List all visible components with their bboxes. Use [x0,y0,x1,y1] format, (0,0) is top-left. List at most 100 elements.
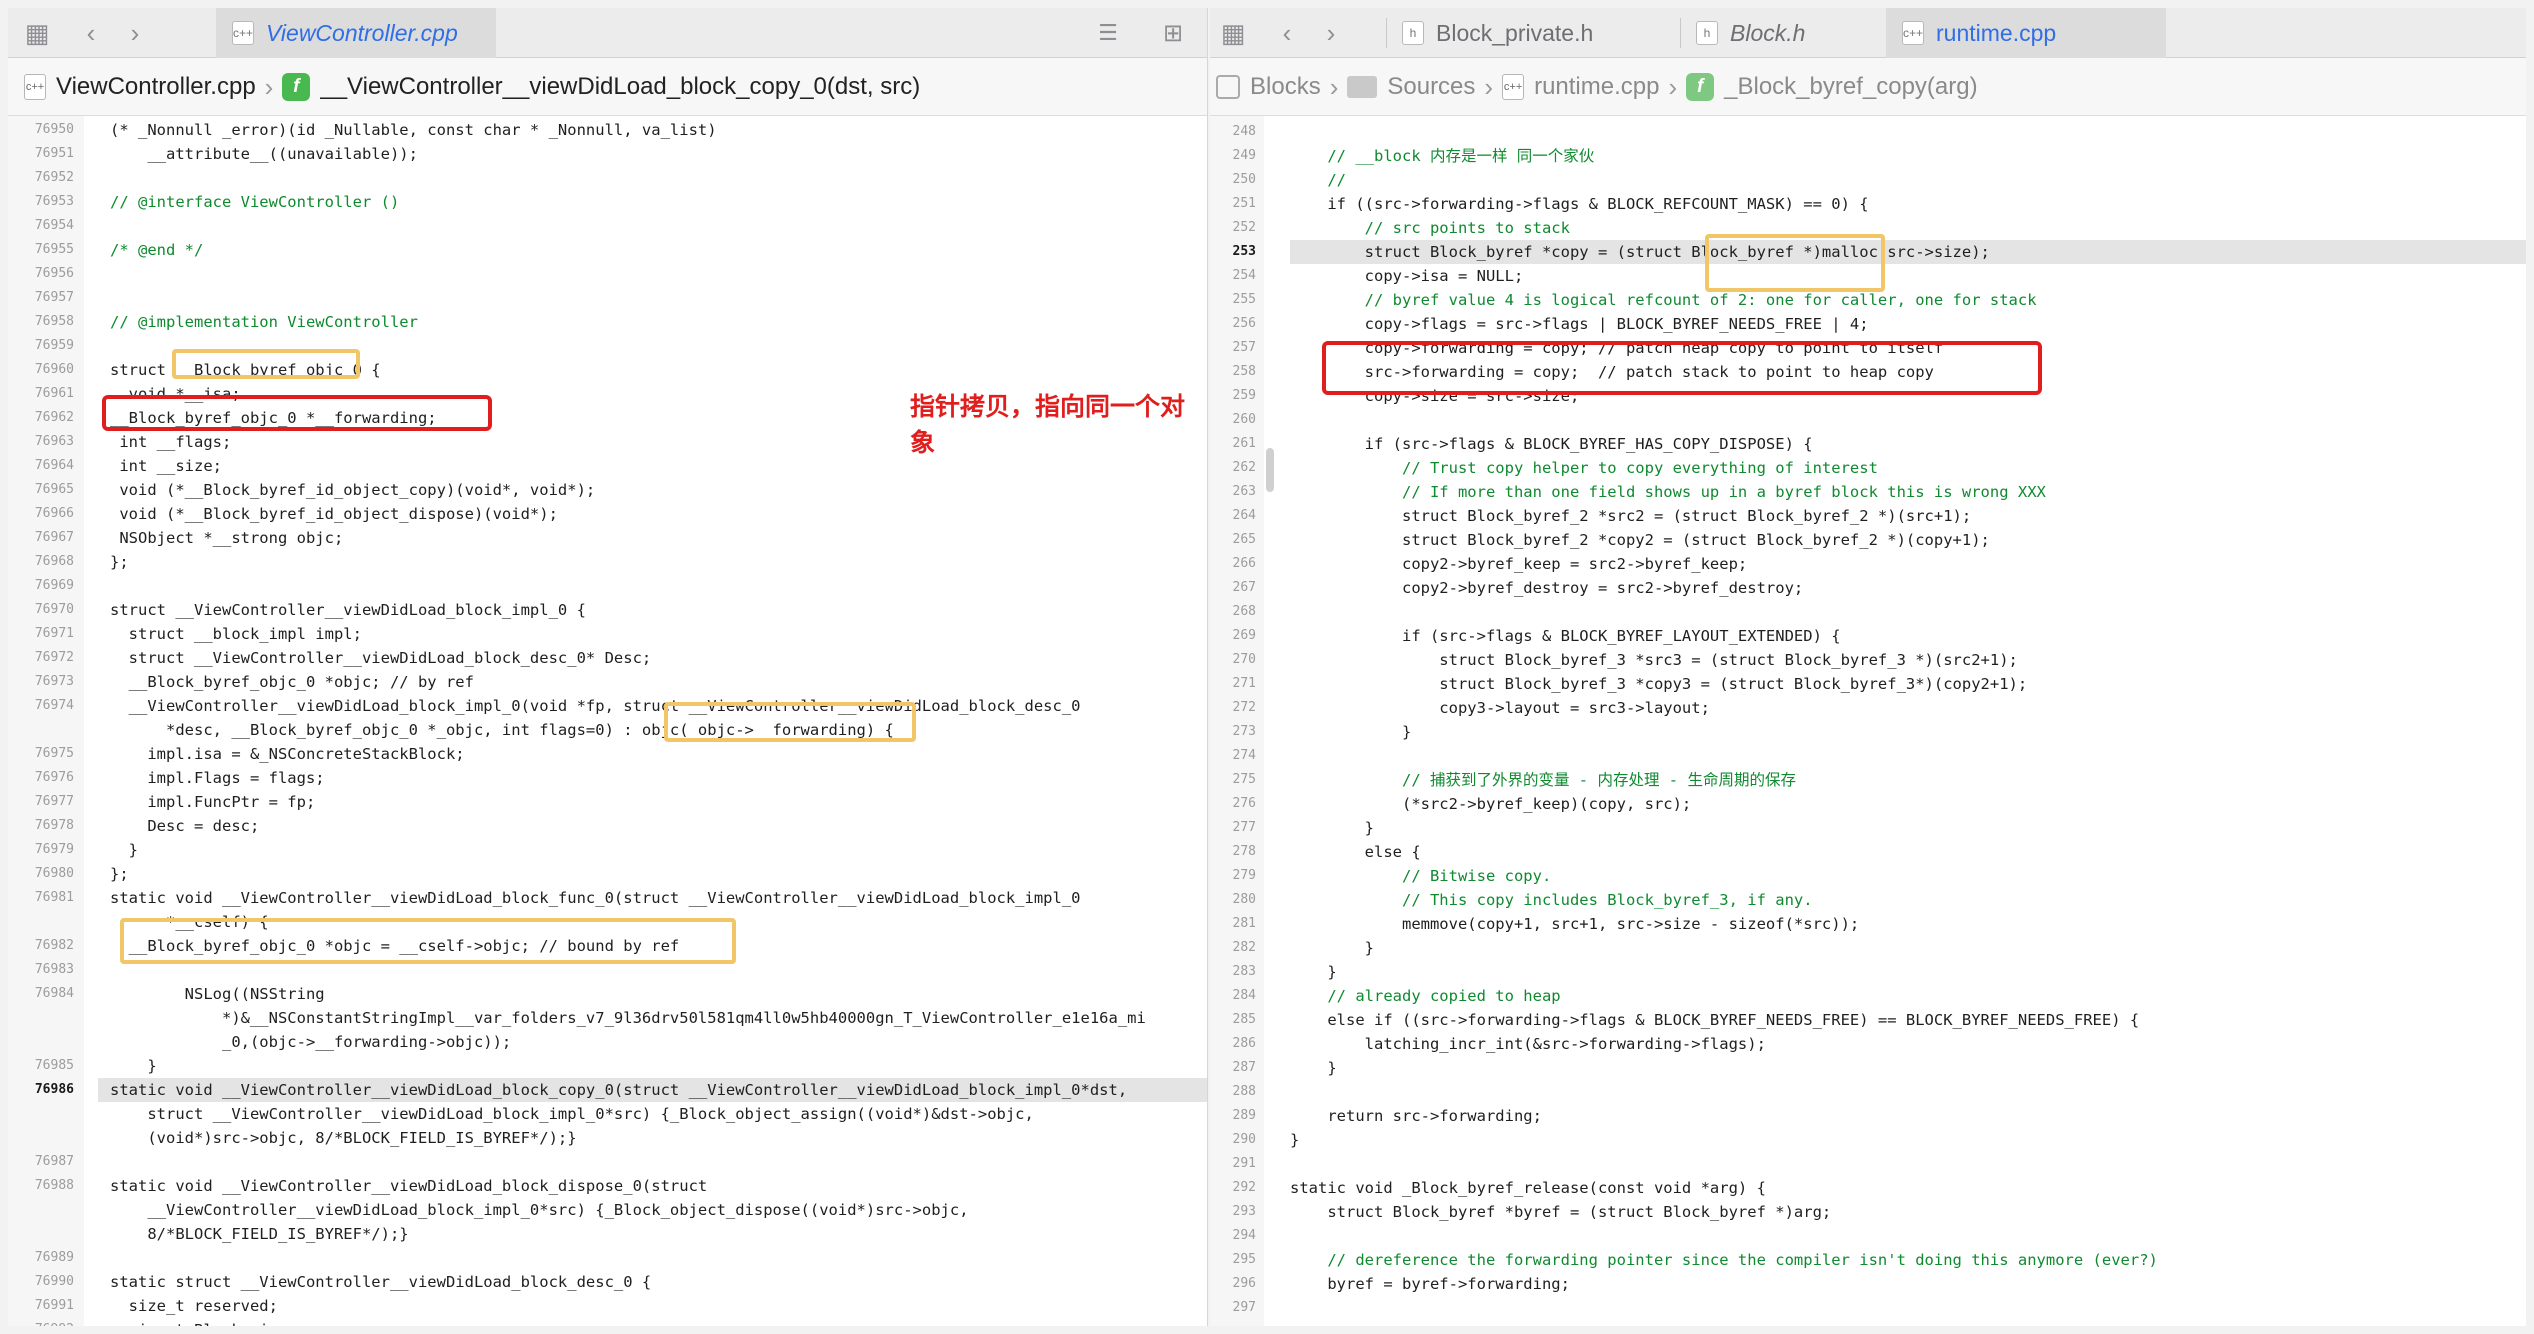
code-line[interactable]: 76991 size_t reserved; [8,1294,1207,1318]
code-line[interactable]: 76979 } [8,838,1207,862]
forward-chevron-icon[interactable]: › [1318,18,1344,48]
code-line[interactable]: 297 [1210,1296,2526,1320]
code-line[interactable]: 258 src->forwarding = copy; // patch sta… [1210,360,2526,384]
code-line[interactable]: 296 byref = byref->forwarding; [1210,1272,2526,1296]
code-line[interactable]: (void*)src->objc, 8/*BLOCK_FIELD_IS_BYRE… [8,1126,1207,1150]
code-line[interactable]: 290} [1210,1128,2526,1152]
code-line[interactable]: 76956 [8,262,1207,286]
code-line[interactable]: 76978 Desc = desc; [8,814,1207,838]
code-line[interactable]: 295 // dereference the forwarding pointe… [1210,1248,2526,1272]
code-line[interactable]: 260 [1210,408,2526,432]
code-line[interactable]: 274 [1210,744,2526,768]
code-line[interactable]: 287 } [1210,1056,2526,1080]
code-line[interactable]: 76974 __ViewController__viewDidLoad_bloc… [8,694,1207,718]
code-line[interactable]: 76971 struct __block_impl impl; [8,622,1207,646]
code-line[interactable]: 76959 [8,334,1207,358]
code-line[interactable]: 279 // Bitwise copy. [1210,864,2526,888]
code-line[interactable]: 76950 (* _Nonnull _error)(id _Nullable, c… [8,118,1207,142]
code-line[interactable]: 273 } [1210,720,2526,744]
code-line[interactable]: 76984 NSLog((NSString [8,982,1207,1006]
code-line[interactable]: 76980}; [8,862,1207,886]
code-line[interactable]: 262 // Trust copy helper to copy everyth… [1210,456,2526,480]
code-line[interactable]: 76957 [8,286,1207,310]
code-line[interactable]: 281 memmove(copy+1, src+1, src->size - s… [1210,912,2526,936]
code-line[interactable]: 280 // This copy includes Block_byref_3,… [1210,888,2526,912]
code-line[interactable]: *)&__NSConstantStringImpl__var_folders_v… [8,1006,1207,1030]
code-line[interactable]: 268 [1210,600,2526,624]
code-line[interactable]: 265 struct Block_byref_2 *copy2 = (struc… [1210,528,2526,552]
breadcrumb-item-folder[interactable]: Sources [1347,73,1475,101]
code-line[interactable]: 8/*BLOCK_FIELD_IS_BYREF*/);} [8,1222,1207,1246]
code-line[interactable]: 277 } [1210,816,2526,840]
code-line[interactable]: 267 copy2->byref_destroy = src2->byref_d… [1210,576,2526,600]
code-line[interactable]: 76953 // @interface ViewController () [8,190,1207,214]
code-line[interactable]: 76969 [8,574,1207,598]
breadcrumb-item-function[interactable]: f __ViewController__viewDidLoad_block_co… [282,73,920,101]
code-line[interactable]: 76977 impl.FuncPtr = fp; [8,790,1207,814]
code-line[interactable]: 264 struct Block_byref_2 *src2 = (struct… [1210,504,2526,528]
breadcrumb-item-function[interactable]: f _Block_byref_copy(arg) [1686,73,1978,101]
code-line[interactable]: 76968}; [8,550,1207,574]
code-line[interactable]: 266 copy2->byref_keep = src2->byref_keep… [1210,552,2526,576]
breadcrumb-item-project[interactable]: Blocks [1216,73,1321,101]
code-line[interactable]: 76982 __Block_byref_objc_0 *objc = __cse… [8,934,1207,958]
code-line[interactable]: 293 struct Block_byref *byref = (struct … [1210,1200,2526,1224]
code-line[interactable]: 261 if (src->flags & BLOCK_BYREF_HAS_COP… [1210,432,2526,456]
code-line[interactable]: 76987 [8,1150,1207,1174]
code-editor[interactable]: 76950 (* _Nonnull _error)(id _Nullable, c… [8,116,1207,1326]
tab-block-private-h[interactable]: h Block_private.h [1386,8,1656,58]
code-line[interactable]: 263 // If more than one field shows up i… [1210,480,2526,504]
code-line[interactable]: 271 struct Block_byref_3 *copy3 = (struc… [1210,672,2526,696]
code-line[interactable]: 270 struct Block_byref_3 *src3 = (struct… [1210,648,2526,672]
code-line[interactable]: 76983 [8,958,1207,982]
code-line[interactable]: 255 // byref value 4 is logical refcount… [1210,288,2526,312]
tab-block-h[interactable]: h Block.h [1680,8,1910,58]
code-line[interactable]: 283 } [1210,960,2526,984]
code-line[interactable]: 288 [1210,1080,2526,1104]
code-line[interactable]: 76990 static struct __ViewController__vie… [8,1270,1207,1294]
code-line[interactable]: 76958 // @implementation ViewController [8,310,1207,334]
add-editor-icon[interactable]: ⊞ [1156,18,1190,48]
code-line[interactable]: 76967 NSObject *__strong objc; [8,526,1207,550]
code-line[interactable]: 248 [1210,120,2526,144]
code-line[interactable]: 252 // src points to stack [1210,216,2526,240]
code-line[interactable]: 76986 static void __ViewController__viewD… [8,1078,1207,1102]
forward-chevron-icon[interactable]: › [122,18,148,48]
code-line[interactable]: 76955 /* @end */ [8,238,1207,262]
code-line[interactable]: 289 return src->forwarding; [1210,1104,2526,1128]
related-items-icon[interactable]: ▦ [22,18,52,48]
back-chevron-icon[interactable]: ‹ [1274,18,1300,48]
code-line[interactable]: 276 (*src2->byref_keep)(copy, src); [1210,792,2526,816]
code-line[interactable]: 76973 __Block_byref_objc_0 *objc; // by … [8,670,1207,694]
code-line[interactable]: 278 else { [1210,840,2526,864]
code-line[interactable]: 76975 impl.isa = &_NSConcreteStackBlock; [8,742,1207,766]
code-line[interactable]: 251 if ((src->forwarding->flags & BLOCK_… [1210,192,2526,216]
code-line[interactable]: *desc, __Block_byref_objc_0 *_objc, int … [8,718,1207,742]
tab-viewcontroller-cpp[interactable]: c++ ViewController.cpp [216,8,496,58]
code-line[interactable]: 76989 [8,1246,1207,1270]
code-line[interactable]: 249 // __block 内存是一样 同一个家伙 [1210,144,2526,168]
code-line[interactable]: 253 struct Block_byref *copy = (struct B… [1210,240,2526,264]
code-line[interactable]: 286 latching_incr_int(&src->forwarding->… [1210,1032,2526,1056]
code-line[interactable]: 269 if (src->flags & BLOCK_BYREF_LAYOUT_… [1210,624,2526,648]
related-items-icon[interactable]: ▦ [1218,18,1248,48]
code-line[interactable]: 76981 static void __ViewController__viewD… [8,886,1207,910]
code-line[interactable]: struct __ViewController__viewDidLoad_blo… [8,1102,1207,1126]
code-line[interactable]: 76966 void (*__Block_byref_id_object_dis… [8,502,1207,526]
code-line[interactable]: 294 [1210,1224,2526,1248]
code-editor[interactable]: 248 249 // __block 内存是一样 同一个家伙 250 //251 i… [1210,116,2526,1326]
code-line[interactable]: 259 copy->size = src->size; [1210,384,2526,408]
breadcrumb-item-file[interactable]: c++ runtime.cpp [1502,73,1659,101]
code-line[interactable]: 275 // 捕获到了外界的变量 - 内存处理 - 生命周期的保存 [1210,768,2526,792]
code-line[interactable]: 76965 void (*__Block_byref_id_object_cop… [8,478,1207,502]
code-line[interactable]: 76972 struct __ViewController__viewDidLo… [8,646,1207,670]
tab-runtime-cpp[interactable]: c++ runtime.cpp [1886,8,2166,58]
code-line[interactable]: 291 [1210,1152,2526,1176]
editor-options-icon[interactable]: ☰ [1088,18,1128,48]
code-line[interactable]: 76992 size_t Block_size; [8,1318,1207,1326]
code-line[interactable]: 250 // [1210,168,2526,192]
code-line[interactable]: 256 copy->flags = src->flags | BLOCK_BYR… [1210,312,2526,336]
breadcrumb-item-file[interactable]: c++ ViewController.cpp [24,73,256,101]
code-line[interactable]: _0,(objc->__forwarding->objc)); [8,1030,1207,1054]
code-line[interactable]: 282 } [1210,936,2526,960]
